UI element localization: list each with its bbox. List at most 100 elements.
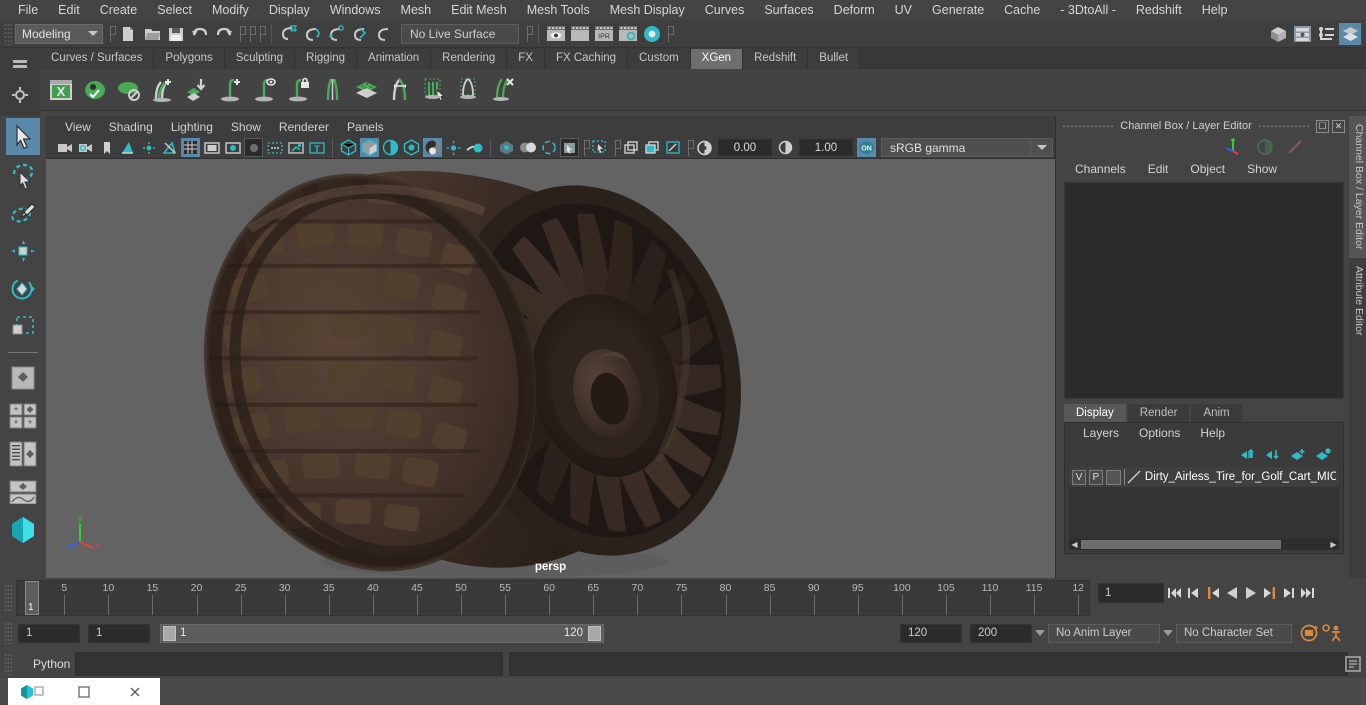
screen-space-ao-icon[interactable] [444,138,463,157]
xgen-clump-icon[interactable] [452,72,486,108]
menu-item-edit[interactable]: Edit [48,0,90,20]
range-gripper[interactable] [4,622,12,644]
anim-layer-field[interactable]: No Anim Layer [1048,623,1160,643]
shelf-tab-fx[interactable]: FX [507,49,545,69]
character-set-field[interactable]: No Character Set [1176,623,1292,643]
live-surface-field[interactable]: No Live Surface [401,23,519,44]
step-back-frame-icon[interactable] [1204,583,1221,603]
vertical-tab-channel-box[interactable]: Channel Box / Layer Editor [1349,116,1366,258]
animation-preferences-icon[interactable] [1320,623,1344,643]
bookmark-icon[interactable] [97,138,116,157]
single-perspective-view-layout[interactable] [6,359,40,396]
shelf-tab-bullet[interactable]: Bullet [808,49,861,69]
range-slider-right-handle[interactable] [588,625,601,641]
menu-item-3dtoall[interactable]: - 3DtoAll - [1050,0,1126,20]
layer-list[interactable]: V P Dirty_Airless_Tire_for_Golf_Cart_MIC… [1069,467,1339,539]
camera-attributes-icon[interactable] [76,138,95,157]
channel-sphere-icon[interactable] [1256,138,1274,156]
select-tool[interactable] [6,118,40,155]
xray-joints-icon[interactable] [286,138,305,157]
xgen-grooming-icon[interactable] [384,72,418,108]
resolution-gate-icon[interactable] [223,138,242,157]
gamma-field[interactable]: 1.00 [799,139,853,156]
script-editor-icon[interactable] [1344,655,1362,673]
layer-playback-toggle[interactable]: P [1088,469,1103,485]
time-slider-playhead[interactable]: 1 [25,581,39,615]
save-scene-icon[interactable] [165,23,187,45]
menu-item-generate[interactable]: Generate [922,0,994,20]
shadows-icon[interactable] [160,138,179,157]
render-settings-icon[interactable] [617,23,639,45]
shelf-tab-rendering[interactable]: Rendering [431,49,508,69]
menu-item-windows[interactable]: Windows [320,0,391,20]
layer-row[interactable]: V P Dirty_Airless_Tire_for_Golf_Cart_MIC… [1069,467,1339,487]
image-plane-icon[interactable] [118,138,137,157]
chevron-down-icon[interactable] [1031,138,1053,157]
paint-select-tool[interactable] [6,194,40,231]
isolate-select-icon[interactable] [539,138,558,157]
scale-tool[interactable] [6,308,40,345]
wireframe-icon[interactable] [339,138,358,157]
layer-name[interactable]: Dirty_Airless_Tire_for_Golf_Cart_MICHE [1145,471,1336,483]
range-slider[interactable]: 1 120 [160,623,604,643]
current-frame-field[interactable]: 1 [1098,583,1164,603]
channel-box-menu-show[interactable]: Show [1236,162,1288,176]
shelf-tab-custom[interactable]: Custom [628,49,691,69]
snap-to-view-plane-icon[interactable] [350,23,372,45]
chevron-down-icon-character-set[interactable] [1160,630,1176,636]
show-hide-channel-box-icon[interactable] [1339,22,1361,45]
go-to-end-icon[interactable] [1299,583,1316,603]
layer-color-swatch[interactable] [1105,469,1122,485]
channel-slash-icon[interactable] [1286,138,1304,156]
channel-box-panel[interactable] [1064,182,1344,399]
menu-item-mesh[interactable]: Mesh [391,0,442,20]
open-scene-icon[interactable] [141,23,163,45]
xgen-editor-icon[interactable]: X [44,72,78,108]
dock-grip-left[interactable] [1062,125,1115,127]
layer-tab-anim[interactable]: Anim [1191,404,1242,422]
viewport-menu-shading[interactable]: Shading [100,117,162,137]
rotate-tool[interactable] [6,270,40,307]
channel-box-menu-object[interactable]: Object [1179,162,1236,176]
two-sided-lighting-icon[interactable] [139,138,158,157]
show-hide-modeling-toolkit-icon[interactable] [1267,23,1289,45]
menu-item-mesh-tools[interactable]: Mesh Tools [517,0,600,20]
menu-item-modify[interactable]: Modify [202,0,259,20]
viewport-menu-renderer[interactable]: Renderer [270,117,338,137]
xgen-select-guides-icon[interactable] [418,72,452,108]
grease-pencil-frame-icon[interactable] [643,138,662,157]
show-hide-attribute-editor-icon[interactable] [1291,23,1313,45]
range-start-field[interactable]: 1 [88,623,150,643]
hypershade-icon[interactable] [641,23,663,45]
auto-keyframe-icon[interactable] [1298,623,1320,643]
make-live-icon[interactable] [374,23,396,45]
layer-tab-render[interactable]: Render [1127,404,1190,422]
shelf-tab-sculpting[interactable]: Sculpting [224,49,296,69]
exposure-icon[interactable] [695,138,714,157]
layer-visibility-toggle[interactable]: V [1072,469,1086,485]
shelf-tab-curves-surfaces[interactable]: Curves / Surfaces [40,49,155,69]
four-view-layout[interactable]: + + + [6,397,40,434]
menu-item-help[interactable]: Help [1192,0,1238,20]
dock-grip-right[interactable] [1257,125,1310,127]
xgen-density-map-icon[interactable] [350,72,384,108]
grease-pencil-icon[interactable] [622,138,641,157]
menu-item-mesh-display[interactable]: Mesh Display [600,0,695,20]
smooth-shade-textured-icon[interactable] [381,138,400,157]
select-camera-icon[interactable] [55,138,74,157]
menu-item-redshift[interactable]: Redshift [1126,0,1192,20]
use-all-lights-icon[interactable] [402,138,421,157]
channel-box-menu-edit[interactable]: Edit [1137,162,1180,176]
snap-to-point-icon[interactable] [326,23,348,45]
new-layer-icon[interactable] [1290,448,1306,461]
shelf-tab-animation[interactable]: Animation [357,49,432,69]
menu-item-select[interactable]: Select [147,0,202,20]
render-sequence-icon[interactable] [569,23,591,45]
gamma-icon[interactable] [776,138,795,157]
render-view-icon[interactable] [545,23,567,45]
snap-to-grid-icon[interactable] [278,23,300,45]
scroll-left-arrow[interactable]: ◀ [1069,540,1080,549]
viewport-3d-canvas[interactable]: y x z persp [46,159,1055,578]
select-mask-icon[interactable] [560,138,579,157]
time-slider-gripper[interactable] [4,584,12,612]
